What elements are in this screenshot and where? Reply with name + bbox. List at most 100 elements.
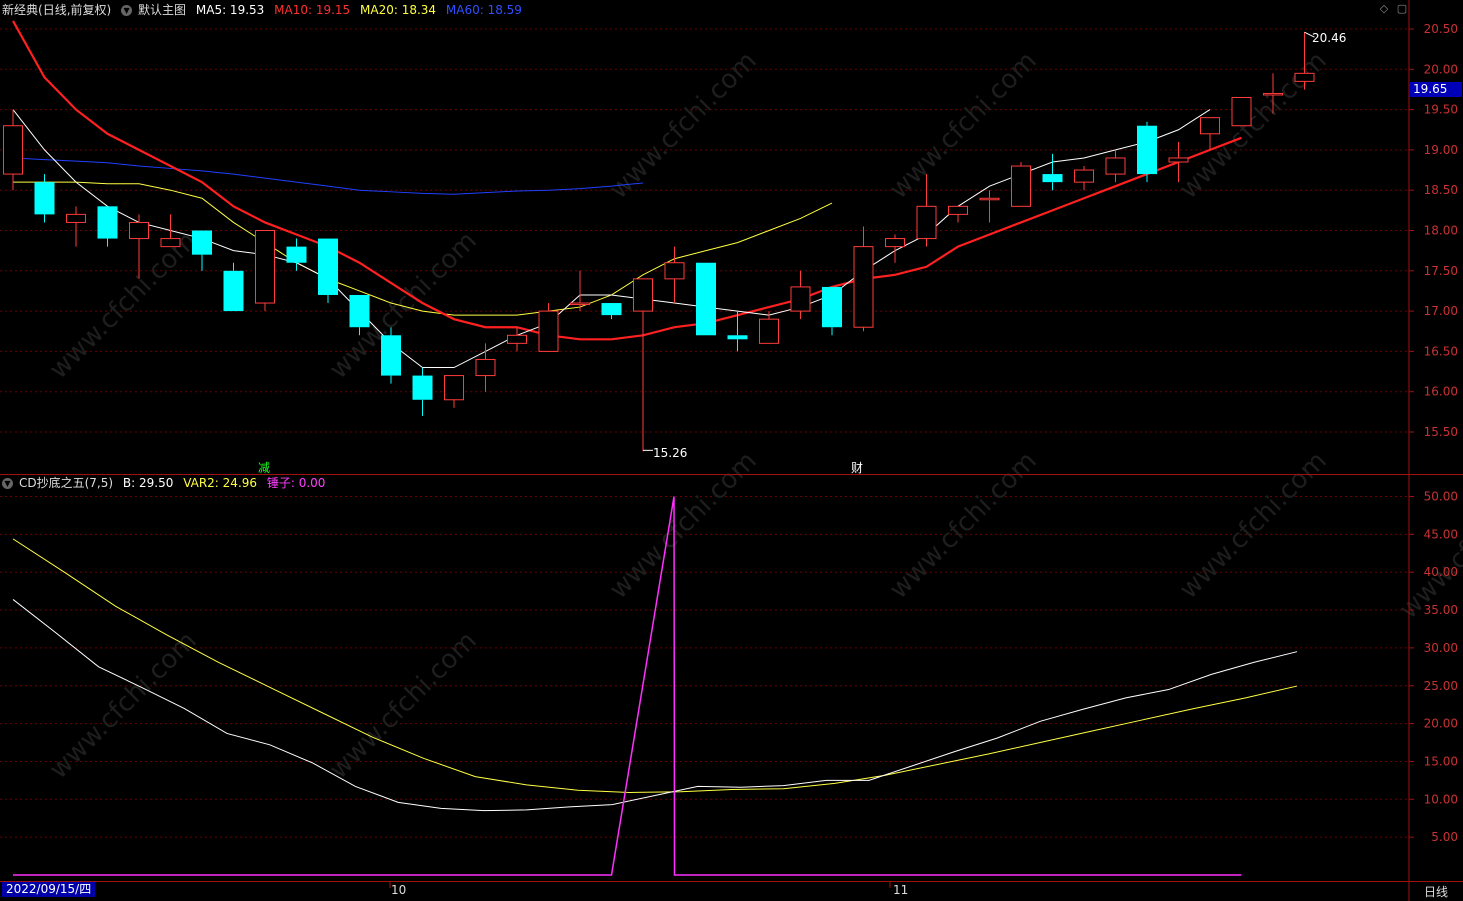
watermark-text: www.cfchi.com [324, 226, 483, 385]
candle [3, 109, 23, 191]
candle [66, 206, 86, 247]
value-tick-label: 45.00 [1424, 527, 1458, 541]
candle-body [727, 335, 748, 340]
candle-body [601, 303, 622, 316]
price-tick-label: 20.00 [1424, 62, 1458, 76]
candle-body [822, 286, 842, 328]
candle [948, 205, 968, 223]
watermark-layer: www.cfchi.com www.cfchi.com www.cfchi.com w… [44, 46, 1463, 785]
watermark-text: www.cfchi.com [324, 626, 483, 785]
price-tick-label: 18.00 [1424, 224, 1458, 238]
indicator-name[interactable]: CD抄底之五(7,5) [19, 476, 113, 490]
candle-body [696, 262, 716, 336]
watermark-text: www.cfchi.com [884, 446, 1043, 605]
candle-body [97, 206, 118, 239]
candle [318, 238, 338, 304]
watermark-text: www.cfchi.com [44, 226, 203, 385]
price-tick-label: 16.00 [1424, 385, 1458, 399]
low-price-label: 15.26 [653, 446, 688, 460]
candle [1011, 161, 1031, 207]
candle-body [790, 286, 811, 312]
ma60-label: MA60: 18.59 [445, 3, 522, 17]
value-tick-label: 30.00 [1424, 641, 1458, 655]
sub-value-axis: 50.00 45.00 40.00 35.00 30.00 25.00 20.00 15.00… [1409, 490, 1458, 844]
candle [664, 246, 685, 304]
price-tick-label: 16.50 [1424, 344, 1458, 358]
candle-body [538, 310, 559, 352]
chart-canvas[interactable]: www.cfchi.com www.cfchi.com www.cfchi.com w… [0, 0, 1463, 901]
candle [507, 327, 527, 352]
candle-body [1137, 125, 1157, 175]
candle [601, 303, 622, 320]
candle-body [664, 262, 685, 280]
var2-value: VAR2: 24.96 [183, 476, 258, 490]
window-icon[interactable]: ▢ [1396, 3, 1408, 15]
watermark-text: www.cfchi.com [604, 446, 763, 605]
candle-body [916, 205, 937, 240]
finance-report-marker[interactable]: 财 [851, 459, 863, 476]
candle [255, 230, 275, 312]
value-tick-label: 50.00 [1424, 490, 1458, 504]
collapse-icon[interactable]: ▼ [121, 5, 133, 16]
high-price-label: 20.46 [1312, 31, 1347, 45]
candle [1137, 121, 1157, 183]
candle [1105, 149, 1126, 183]
b-value: B: 29.50 [122, 476, 174, 490]
period-selector[interactable]: 日线 [1424, 883, 1448, 900]
candle-body [223, 270, 244, 312]
candle-body [444, 375, 464, 401]
candle-body [633, 278, 653, 312]
month-label-11: 11 [893, 883, 909, 897]
last-price-tag: 19.65 [1410, 82, 1462, 97]
candle [696, 262, 716, 336]
candle [192, 230, 212, 271]
sub-panel-header: ▼ CD抄底之五(7,5) B: 29.50 VAR2: 24.96 锤子: 0.… [2, 474, 331, 492]
value-tick-label: 40.00 [1424, 565, 1458, 579]
value-tick-label: 25.00 [1424, 679, 1458, 693]
template-name[interactable]: 默认主图 [138, 3, 186, 17]
candle-body [1011, 165, 1031, 207]
candle-body [192, 230, 212, 255]
candle-body [759, 318, 779, 344]
period-desc: (日线,前复权) [38, 3, 112, 17]
hammer-value: 锤子: 0.00 [266, 476, 326, 490]
hammer-line [13, 496, 1242, 876]
candle [570, 270, 590, 312]
candle [1231, 97, 1252, 127]
candle-body [979, 197, 1000, 201]
candle-body [570, 302, 590, 306]
candle-body [1105, 157, 1126, 175]
price-tick-label: 20.50 [1424, 22, 1458, 36]
value-tick-label: 10.00 [1424, 792, 1458, 806]
candle-body [349, 294, 370, 328]
candle-body [286, 246, 307, 263]
candle [1042, 153, 1063, 191]
candle-body [34, 182, 55, 215]
collapse-icon[interactable]: ▼ [2, 478, 13, 489]
ma5-label: MA5: 19.53 [195, 3, 265, 17]
candle [979, 190, 1000, 223]
candle [633, 278, 653, 452]
candle [34, 174, 55, 223]
candle [853, 226, 874, 332]
price-tick-label: 18.50 [1424, 183, 1458, 197]
price-tick-label: 19.50 [1424, 103, 1458, 117]
stock-name[interactable]: 新经典 [2, 3, 38, 17]
candle-body [412, 375, 433, 400]
var2-line [12, 538, 1298, 793]
value-tick-label: 20.00 [1424, 717, 1458, 731]
candle [444, 375, 464, 408]
cursor-date: 2022/09/15/四 [2, 882, 96, 897]
diamond-icon[interactable]: ◇ [1378, 3, 1390, 15]
candle [790, 270, 811, 320]
price-tick-label: 15.50 [1424, 425, 1458, 439]
candle-body [885, 238, 905, 248]
candle [885, 234, 905, 263]
value-tick-label: 15.00 [1424, 754, 1458, 768]
candle-body [1200, 117, 1220, 135]
candle-body [475, 358, 496, 377]
watermark-text: www.cfchi.com [1174, 46, 1333, 205]
candle [1074, 166, 1094, 191]
candle-body [1074, 169, 1094, 183]
watermark-text: www.cfchi.com [1174, 446, 1333, 605]
